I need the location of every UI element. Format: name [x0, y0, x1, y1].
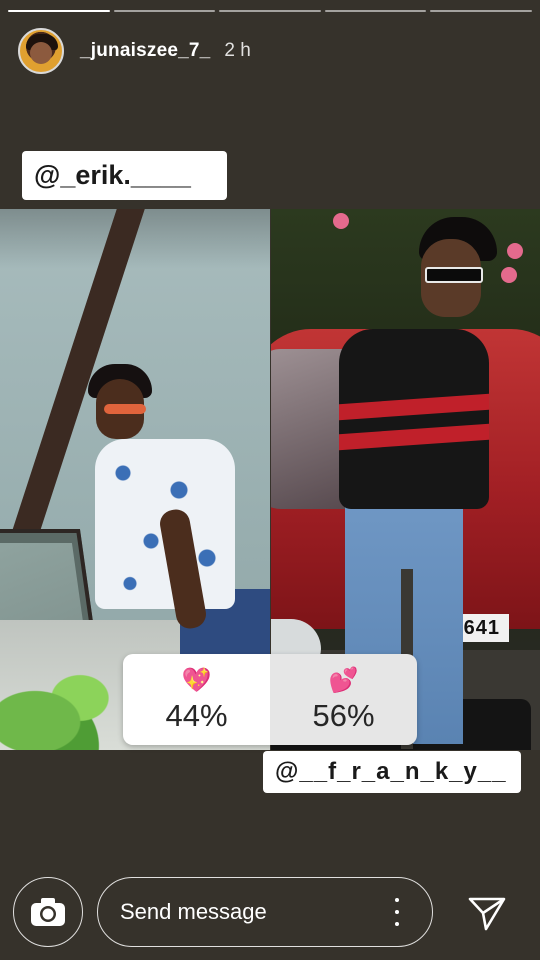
person-right-sunglasses: [425, 267, 483, 283]
poll-option-left[interactable]: 💖 44%: [123, 654, 270, 745]
mention-sticker-erik[interactable]: @_erik.____: [22, 151, 227, 200]
flower: [501, 267, 517, 283]
share-button[interactable]: [466, 893, 508, 933]
post-time: 2 h: [224, 40, 251, 61]
story-progress-segment: [219, 10, 321, 12]
story-progress-segment: [430, 10, 532, 12]
flower: [507, 243, 523, 259]
send-message-input[interactable]: Send message: [97, 877, 433, 947]
story-progress-bar: [8, 10, 532, 12]
flower: [333, 213, 349, 229]
username[interactable]: _junaiszee_7_: [80, 40, 210, 62]
poll-percent-left: 44%: [165, 697, 228, 733]
shirt-stripe: [339, 423, 489, 451]
camera-icon: [31, 898, 65, 926]
poll-option-right[interactable]: 💕 56%: [270, 654, 417, 745]
mention-label: @_erik.____: [34, 160, 191, 190]
mention-sticker-franky[interactable]: @__f_r_a_n_k_y__: [263, 751, 521, 793]
plant: [0, 650, 140, 750]
person-left-sunglasses: [104, 404, 146, 414]
avatar-face: [30, 42, 52, 64]
two-hearts-icon: 💕: [328, 666, 359, 694]
more-options-icon[interactable]: [390, 898, 404, 926]
story-header: _junaiszee_7_ 2 h: [18, 27, 251, 75]
send-message-placeholder: Send message: [120, 899, 267, 924]
poll-sticker: 💖 44% 💕 56%: [123, 654, 417, 745]
paper-plane-icon: [468, 897, 506, 931]
sparkling-heart-icon: 💖: [181, 666, 212, 694]
story-progress-segment: [324, 10, 427, 12]
camera-button[interactable]: [13, 877, 83, 947]
poll-percent-right: 56%: [312, 697, 375, 733]
avatar[interactable]: [18, 28, 64, 74]
shirt-stripe: [339, 393, 489, 421]
story-progress-segment: [8, 10, 110, 12]
mention-label: @__f_r_a_n_k_y__: [275, 758, 507, 785]
story-progress-segment: [113, 10, 216, 12]
person-right-shirt: [339, 329, 489, 509]
